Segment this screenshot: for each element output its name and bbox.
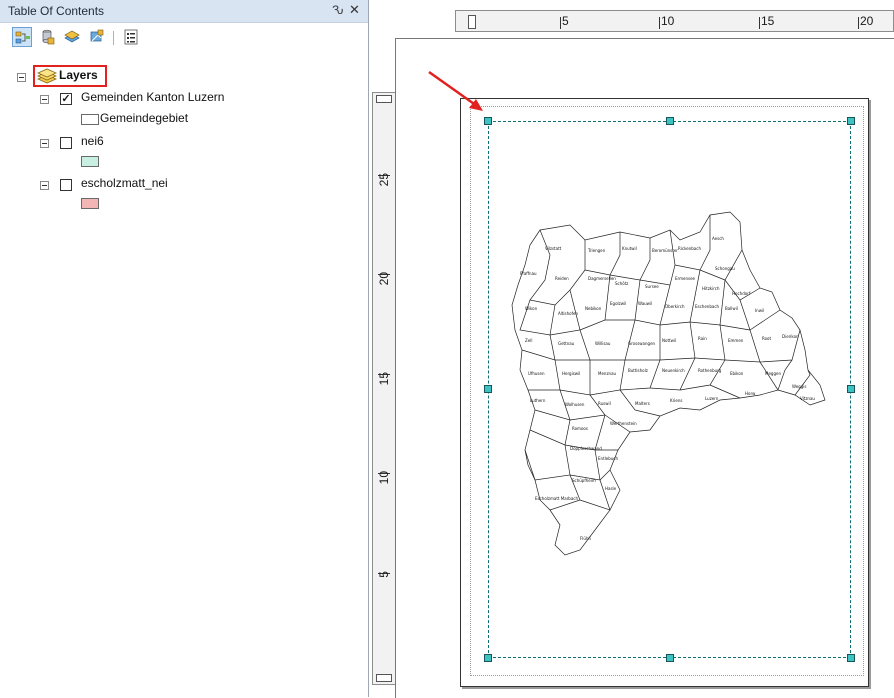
options-button[interactable] [121,27,141,47]
resize-handle-middle-left[interactable] [484,385,492,393]
layer-3-visibility-checkbox[interactable] [60,179,72,191]
red-arrow-annotation [428,70,483,111]
resize-handle-top-right[interactable] [847,117,855,125]
options-icon [124,29,138,45]
layer-2-collapse-toggle[interactable] [40,139,49,148]
hruler-tick-label: 20 [860,14,874,28]
layers-highlight-box [33,65,107,87]
vruler-tick-label: 20 [377,272,391,286]
list-by-selection-icon [90,29,104,42]
vruler-tick-label: 15 [377,372,391,386]
layer-2-legend-swatch[interactable] [81,156,99,167]
toc-title: Table Of Contents [8,4,105,18]
list-by-visibility-button[interactable] [62,27,82,47]
hruler-tick-label: 10 [661,14,675,28]
vertical-ruler[interactable]: 25 20 15 10 5 [372,92,396,685]
list-by-selection-button[interactable] [87,27,107,47]
horizontal-ruler[interactable]: 5 10 15 20 [455,10,894,32]
hruler-tick-label: 5 [562,14,569,28]
layer-1-label[interactable]: Gemeinden Kanton Luzern [81,90,224,104]
layer-3-legend-swatch[interactable] [81,198,99,209]
list-by-visibility-icon [64,30,80,43]
resize-handle-top-center[interactable] [666,117,674,125]
layer-1-legend-label: Gemeindegebiet [100,111,189,125]
toolbar-separator [113,31,114,45]
hruler-tick-label: 15 [761,14,775,28]
vruler-tick-label: 25 [377,173,391,187]
data-frame-selection[interactable] [488,121,851,658]
vruler-tick-label: 10 [377,471,391,485]
ruler-margin-marker[interactable] [468,15,476,29]
ruler-margin-marker[interactable] [376,674,392,682]
toc-title-bar: Table Of Contents Ԅ ✕ [0,0,368,23]
resize-handle-bottom-left[interactable] [484,654,492,662]
vruler-tick-label: 5 [377,571,391,578]
resize-handle-middle-right[interactable] [847,385,855,393]
ruler-margin-marker[interactable] [376,95,392,103]
list-by-drawing-order-icon [15,31,30,44]
layer-2-label[interactable]: nei6 [81,134,104,148]
list-by-source-button[interactable] [37,27,57,47]
list-by-source-icon [42,29,55,45]
layer-3-label[interactable]: escholzmatt_nei [81,176,168,190]
table-of-contents-pane: Table Of Contents Ԅ ✕ Layers ✓ Gemeinden… [0,0,369,697]
resize-handle-top-left[interactable] [484,117,492,125]
layer-3-collapse-toggle[interactable] [40,181,49,190]
resize-handle-bottom-center[interactable] [666,654,674,662]
close-icon[interactable]: ✕ [349,2,360,18]
resize-handle-bottom-right[interactable] [847,654,855,662]
pin-icon[interactable]: Ԅ [332,3,343,17]
layer-1-visibility-checkbox[interactable]: ✓ [60,93,72,105]
toc-toolbar [0,23,368,51]
layer-2-visibility-checkbox[interactable] [60,137,72,149]
layer-1-legend-swatch[interactable] [81,114,99,125]
list-by-drawing-order-button[interactable] [12,27,32,47]
layer-1-collapse-toggle[interactable] [40,95,49,104]
layers-collapse-toggle[interactable] [17,73,26,82]
